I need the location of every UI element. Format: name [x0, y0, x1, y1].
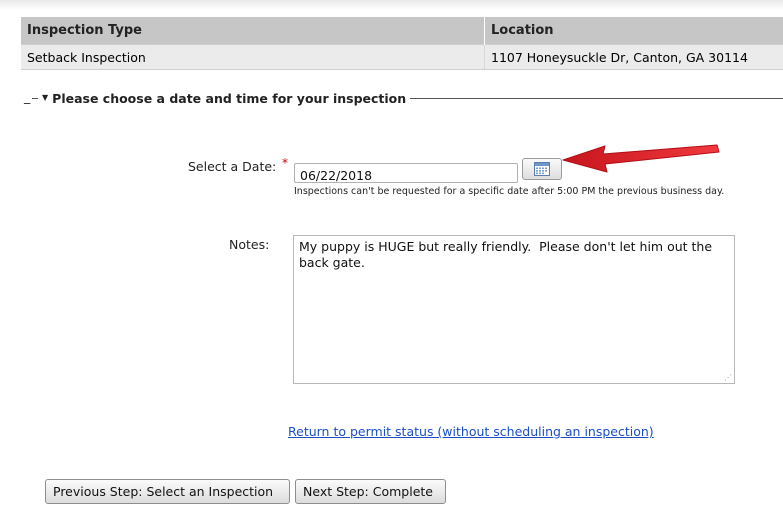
triangle-down-icon: ▼	[42, 93, 49, 102]
annotation-arrow	[562, 144, 720, 173]
section-legend[interactable]: _ ▼ Please choose a date and time for yo…	[22, 89, 411, 106]
date-label: Select a Date:	[188, 159, 277, 174]
notes-textarea[interactable]: My puppy is HUGE but really friendly. Pl…	[293, 235, 735, 384]
next-step-button[interactable]: Next Step: Complete	[295, 479, 446, 504]
column-header-location: Location	[484, 17, 783, 45]
column-header-inspection-type: Inspection Type	[21, 17, 485, 45]
required-marker: *	[282, 156, 288, 170]
table-header-row: Inspection Type Location	[21, 17, 783, 45]
collapse-marker: _	[22, 89, 33, 104]
resize-grip-icon[interactable]: ⋰	[724, 373, 732, 382]
section-title: Please choose a date and time for your i…	[52, 91, 407, 106]
top-shadow	[0, 0, 783, 10]
previous-step-button[interactable]: Previous Step: Select an Inspection	[45, 479, 290, 504]
cell-location: 1107 Honeysuckle Dr, Canton, GA 30114	[484, 44, 783, 70]
date-input[interactable]	[294, 163, 518, 183]
inspection-table: Inspection Type Location Setback Inspect…	[21, 17, 783, 70]
date-hint: Inspections can't be requested for a spe…	[294, 186, 725, 197]
calendar-icon	[534, 162, 550, 176]
table-row: Setback Inspection 1107 Honeysuckle Dr, …	[21, 44, 783, 70]
cell-inspection-type: Setback Inspection	[21, 44, 485, 70]
return-to-permit-status-link[interactable]: Return to permit status (without schedul…	[288, 424, 654, 439]
notes-label: Notes:	[229, 237, 270, 252]
